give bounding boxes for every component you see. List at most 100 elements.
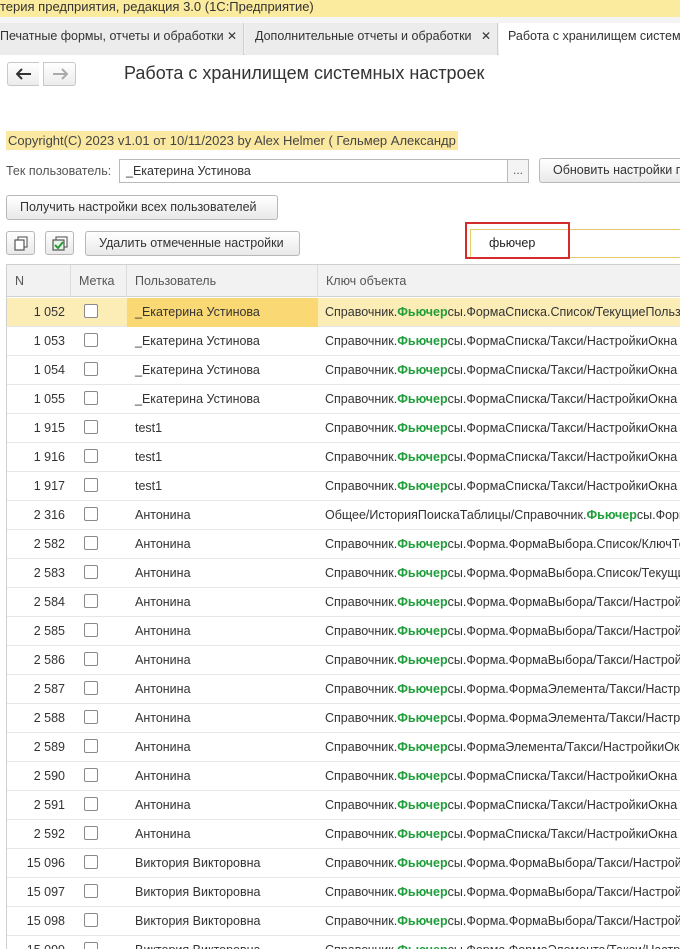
table-row[interactable]: 2 582 Антонина Справочник.Фьючерсы.Форма.Ф… <box>7 530 680 559</box>
row-checkbox[interactable] <box>84 507 98 521</box>
key-match: Фьючер <box>397 856 448 870</box>
row-user: Антонина <box>135 624 191 638</box>
check-all-button[interactable] <box>45 231 74 255</box>
row-mark-cell <box>71 675 127 704</box>
row-checkbox[interactable] <box>84 710 98 724</box>
back-button[interactable] <box>7 62 39 86</box>
row-checkbox[interactable] <box>84 594 98 608</box>
table-row[interactable]: 1 052 _Екатерина Устинова Справочник.Фьюче… <box>7 298 680 327</box>
key-match: Фьючер <box>397 305 448 319</box>
tab-settings-storage[interactable]: Работа с хранилищем системных настроек <box>499 23 680 55</box>
table-row[interactable]: 2 586 Антонина Справочник.Фьючерсы.Форма.Ф… <box>7 646 680 675</box>
row-checkbox[interactable] <box>84 884 98 898</box>
row-checkbox[interactable] <box>84 797 98 811</box>
close-icon[interactable]: ✕ <box>481 23 491 49</box>
copy-button[interactable] <box>6 231 35 255</box>
table-row[interactable]: 15 099Виктория ВикторовнаСправочник.Фьюч… <box>7 936 680 949</box>
table-row[interactable]: 15 096 Виктория Викторовна Справочник.Фьюч… <box>7 849 680 878</box>
row-mark-cell <box>71 385 127 414</box>
row-checkbox[interactable] <box>84 362 98 376</box>
row-checkbox[interactable] <box>84 333 98 347</box>
table-row[interactable]: 2 583 Антонина Справочник.Фьючерсы.Форма.Ф… <box>7 559 680 588</box>
row-user: _Екатерина Устинова <box>135 392 260 406</box>
key-match: Фьючер <box>397 537 448 551</box>
table-row[interactable]: 15 097 Виктория Викторовна Справочник.Фьюч… <box>7 878 680 907</box>
row-number: 1 055 <box>33 392 65 406</box>
row-user: Антонина <box>135 653 191 667</box>
row-number: 15 099 <box>7 936 71 949</box>
row-checkbox[interactable] <box>84 565 98 579</box>
user-select-button[interactable]: ... <box>508 159 529 183</box>
row-checkbox[interactable] <box>84 449 98 463</box>
search-input[interactable]: фьючер <box>470 229 680 258</box>
table-row[interactable]: 2 589 Антонина Справочник.Фьючерсы.ФормаЭл… <box>7 733 680 762</box>
row-checkbox[interactable] <box>84 855 98 869</box>
table-row[interactable]: 1 053 _Екатерина Устинова Справочник.Фьюче… <box>7 327 680 356</box>
arrow-right-icon <box>52 68 68 80</box>
row-checkbox[interactable] <box>84 826 98 840</box>
column-header-mark[interactable]: Метка <box>71 265 127 297</box>
table-row[interactable]: 2 592 Антонина Справочник.Фьючерсы.ФормаСп… <box>7 820 680 849</box>
table-row[interactable]: 1 916 test1 Справочник.Фьючерсы.ФормаСписк… <box>7 443 680 472</box>
table-row[interactable]: 2 588 Антонина Справочник.Фьючерсы.Форма.Ф… <box>7 704 680 733</box>
row-object-key: Справочник.Фьючерсы.ФормаСписка/Такси/На… <box>318 414 680 443</box>
key-match: Фьючер <box>397 653 448 667</box>
row-object-key: Справочник.Фьючерсы.Форма.ФормаВыбора/Та… <box>318 907 680 936</box>
row-mark-cell <box>71 530 127 559</box>
row-object-key: Справочник.Фьючерсы.Форма.ФормаВыбора.Сп… <box>318 530 680 559</box>
refresh-settings-button[interactable]: Обновить настройки пользователя <box>539 158 680 183</box>
row-object-key: Справочник.Фьючерсы.Форма.ФормаЭлемента/… <box>318 936 680 949</box>
tab-label: Печатные формы, отчеты и обработки <box>0 29 224 43</box>
row-checkbox[interactable] <box>84 623 98 637</box>
table-row[interactable]: 1 055 _Екатерина Устинова Справочник.Фьюче… <box>7 385 680 414</box>
copyright-banner: Copyright(C) 2023 v1.01 от 10/11/2023 by… <box>6 131 458 150</box>
table-row[interactable]: 1 917 test1 Справочник.Фьючерсы.ФормаСписк… <box>7 472 680 501</box>
column-header-user[interactable]: Пользователь <box>127 265 318 297</box>
row-user: Антонина <box>135 566 191 580</box>
tab-additional-reports[interactable]: Дополнительные отчеты и обработки ✕ <box>245 23 498 55</box>
table-row[interactable]: 2 585 Антонина Справочник.Фьючерсы.Форма.Ф… <box>7 617 680 646</box>
row-object-key: Справочник.Фьючерсы.Форма.ФормаВыбора/Та… <box>318 588 680 617</box>
tab-print-forms[interactable]: Печатные формы, отчеты и обработки ✕ <box>0 23 244 55</box>
row-checkbox[interactable] <box>84 304 98 318</box>
row-object-key: Справочник.Фьючерсы.Форма.ФормаВыбора/Та… <box>318 878 680 907</box>
table-row[interactable]: 2 590 Антонина Справочник.Фьючерсы.ФормаСп… <box>7 762 680 791</box>
table-row[interactable]: 2 584 Антонина Справочник.Фьючерсы.Форма.Ф… <box>7 588 680 617</box>
row-checkbox[interactable] <box>84 536 98 550</box>
key-suffix: сы.ФормаСписка/Такси/НастройкиОкна <box>447 421 678 435</box>
row-checkbox[interactable] <box>84 478 98 492</box>
row-object-key: Справочник.Фьючерсы.ФормаЭлемента/Такси/… <box>318 733 680 762</box>
key-prefix: Справочник. <box>325 421 398 435</box>
table-row[interactable]: 1 054 _Екатерина Устинова Справочник.Фьюче… <box>7 356 680 385</box>
delete-marked-settings-button[interactable]: Удалить отмеченные настройки <box>85 231 300 256</box>
row-checkbox[interactable] <box>84 652 98 666</box>
row-mark-cell <box>71 936 127 949</box>
column-header-n[interactable]: N <box>7 265 71 297</box>
close-icon[interactable]: ✕ <box>227 23 237 49</box>
table-row[interactable]: 2 587 Антонина Справочник.Фьючерсы.Форма.Ф… <box>7 675 680 704</box>
row-object-key: Справочник.Фьючерсы.ФормаСписка/Такси/На… <box>318 820 680 849</box>
row-object-key: Справочник.Фьючерсы.ФормаСписка/Такси/На… <box>318 356 680 385</box>
row-checkbox[interactable] <box>84 681 98 695</box>
row-object-key: Справочник.Фьючерсы.Форма.ФормаВыбора/Та… <box>318 849 680 878</box>
row-checkbox[interactable] <box>84 942 98 949</box>
table-row[interactable]: 15 098 Виктория Викторовна Справочник.Фьюч… <box>7 907 680 936</box>
row-checkbox[interactable] <box>84 768 98 782</box>
row-checkbox[interactable] <box>84 420 98 434</box>
row-checkbox[interactable] <box>84 739 98 753</box>
row-checkbox[interactable] <box>84 913 98 927</box>
table-row[interactable]: 1 915 test1 Справочник.Фьючерсы.ФормаСписк… <box>7 414 680 443</box>
key-suffix: сы.Форма.ФормаЭлемента/Такси/НастройкиОк… <box>447 682 680 696</box>
key-suffix: сы.ФормаСписка.Список/ТекущиеПользовател… <box>447 305 680 319</box>
get-all-users-settings-button[interactable]: Получить настройки всех пользователей <box>6 195 278 220</box>
table-row[interactable]: 2 591 Антонина Справочник.Фьючерсы.ФормаСп… <box>7 791 680 820</box>
row-mark-cell <box>71 327 127 356</box>
row-checkbox[interactable] <box>84 391 98 405</box>
table-row[interactable]: 2 316 Антонина Общее/ИсторияПоискаТаблицы/… <box>7 501 680 530</box>
current-user-field[interactable]: _Екатерина Устинова <box>119 159 508 183</box>
key-match: Фьючер <box>397 711 448 725</box>
row-object-key: Справочник.Фьючерсы.Форма.ФормаВыбора/Та… <box>318 646 680 675</box>
row-number: 2 585 <box>33 624 65 638</box>
forward-button[interactable] <box>44 62 76 86</box>
column-header-key[interactable]: Ключ объекта <box>318 265 680 297</box>
